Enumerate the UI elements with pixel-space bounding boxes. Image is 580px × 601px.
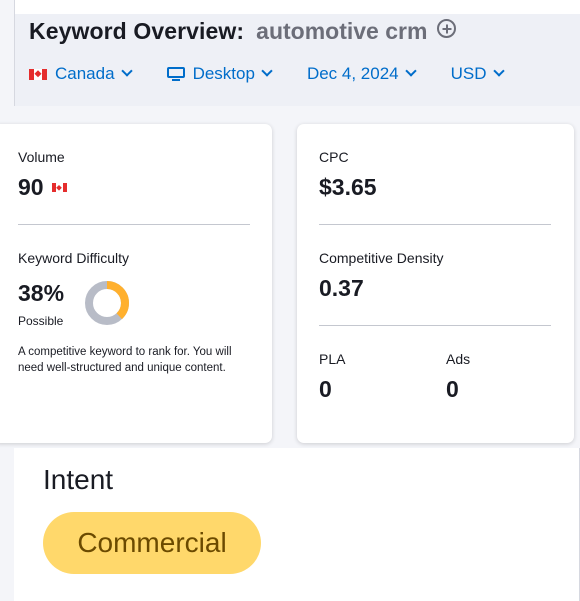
cpc-value: $3.65 [319,174,377,200]
volume-row: 90 [18,174,67,201]
keyword-difficulty-value: 38% [18,280,65,306]
keyword-title: automotive crm [256,18,428,44]
cpc-label: CPC [319,149,349,165]
pla-label: PLA [319,351,346,367]
ads-value: 0 [446,376,459,402]
pla-value: 0 [319,376,332,402]
intent-badge[interactable]: Commercial [43,512,261,574]
filters-row: Canada Desktop Dec 4, 2024 USD [29,64,539,84]
canada-flag-icon [29,68,47,80]
chevron-down-icon [120,65,133,77]
device-dropdown[interactable]: Desktop [166,64,273,84]
currency-label: USD [450,64,487,83]
intent-title: Intent [43,464,114,495]
country-dropdown[interactable]: Canada [29,64,133,84]
date-label: Dec 4, 2024 [306,64,399,83]
plus-circle-icon[interactable] [437,19,457,38]
difficulty-donut-chart [85,281,129,325]
device-label: Desktop [192,64,255,83]
chevron-down-icon [404,65,417,77]
difficulty-description: A competitive keyword to rank for. You w… [18,346,232,374]
competitive-density-label: Competitive Density [319,250,444,266]
divider [18,224,250,225]
volume-difficulty-card: Volume 90 Keyword Difficulty 38% Possibl… [0,124,272,443]
desktop-monitor-icon [166,67,185,81]
divider [319,325,551,326]
date-dropdown[interactable]: Dec 4, 2024 [306,64,417,84]
canada-flag-icon [51,183,67,192]
currency-dropdown[interactable]: USD [450,64,505,84]
ads-label: Ads [446,351,471,367]
keyword-difficulty-label: Keyword Difficulty [18,250,130,266]
competitive-density-value: 0.37 [319,275,364,301]
volume-value: 90 [18,174,44,200]
title-row: Keyword Overview: automotive crm [29,18,457,45]
header-bar: Keyword Overview: automotive crm Canada … [15,14,580,106]
page-title: Keyword Overview: [29,18,245,44]
chevron-down-icon [261,65,273,77]
intent-panel: Intent Commercial [14,448,580,601]
volume-label: Volume [18,149,65,165]
keyword-overview-header: Keyword Overview: automotive crm Canada … [14,0,580,106]
difficulty-rating: Possible [18,314,64,328]
divider [319,224,551,225]
country-label: Canada [55,64,115,83]
chevron-down-icon [492,65,505,77]
cpc-density-card: CPC $3.65 Competitive Density 0.37 PLA 0… [297,124,574,443]
